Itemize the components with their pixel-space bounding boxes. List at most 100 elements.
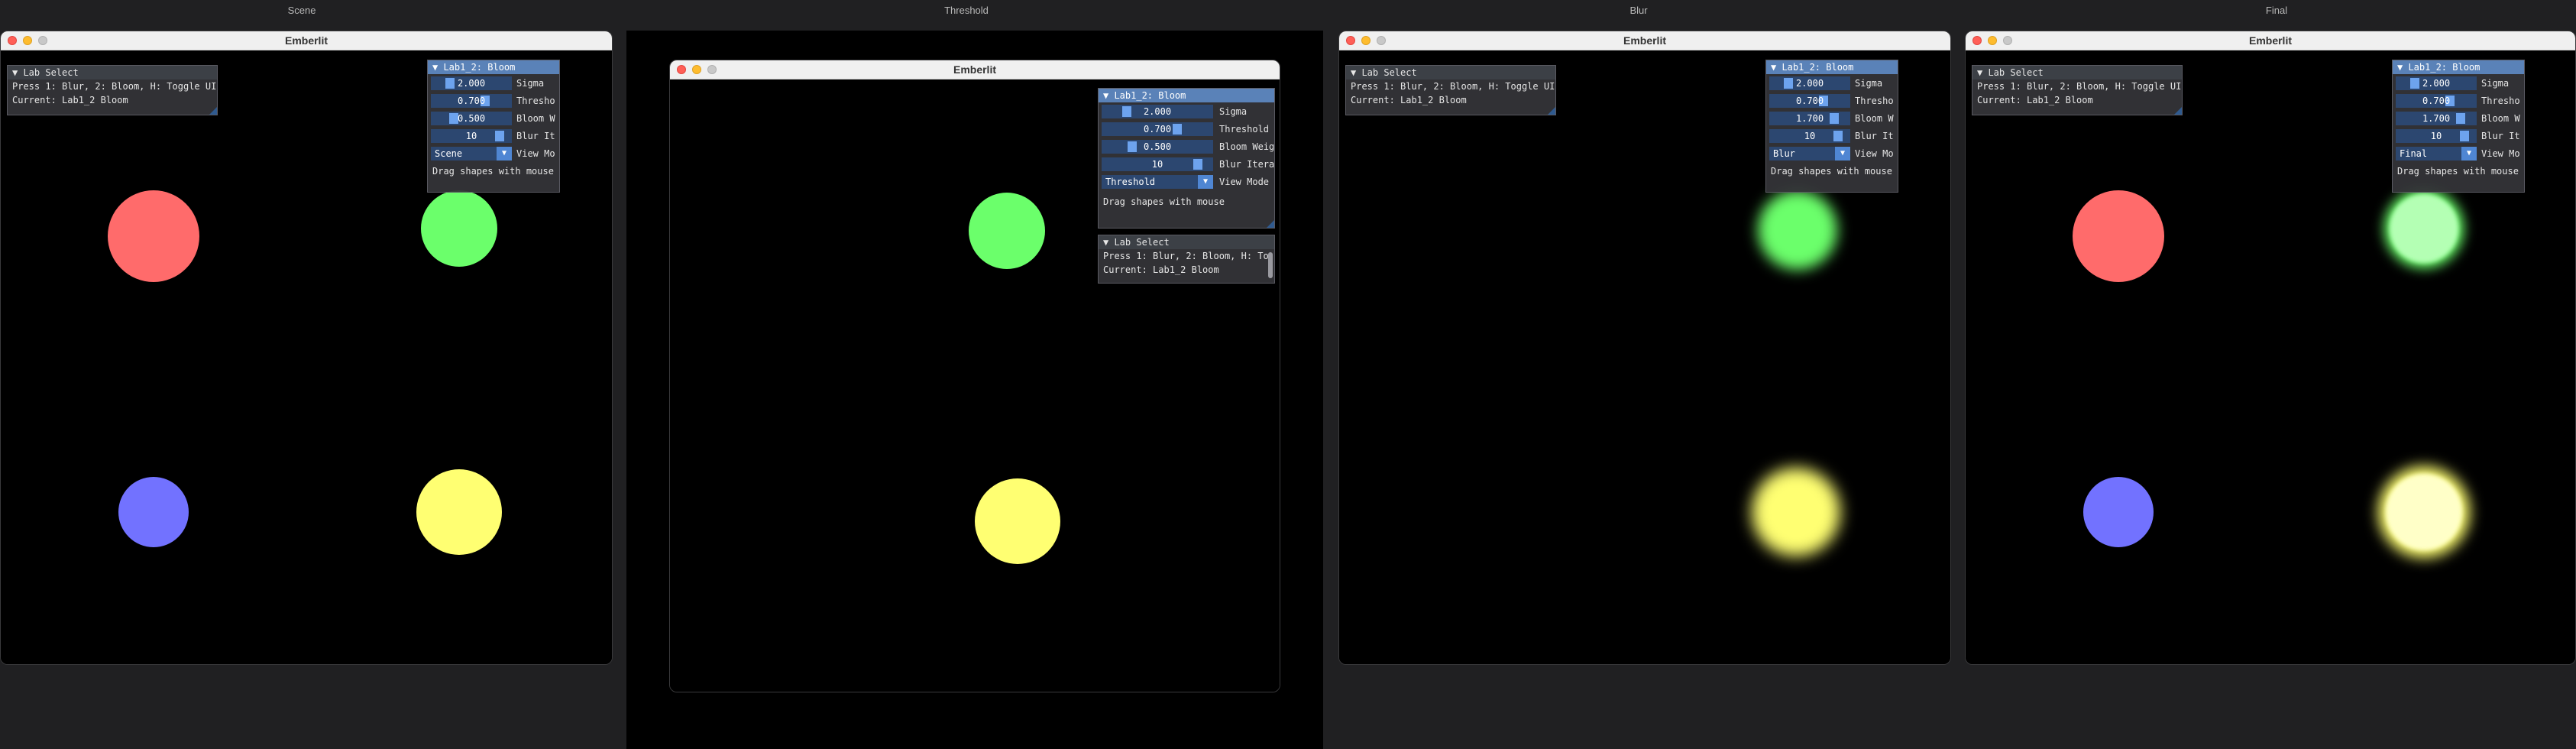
blur-iterations-slider[interactable]: 10 [431,129,512,143]
bloom-weight-slider[interactable]: 1.700 [1769,112,1850,125]
yellow-circle[interactable] [975,478,1060,564]
bloom-weight-slider[interactable]: 0.500 [431,112,512,125]
window-title: Emberlit [2248,34,2292,47]
blur-iterations-slider[interactable]: 10 [1102,157,1213,171]
threshold-slider[interactable]: 0.700 [2396,94,2477,108]
view-mode-label: View Mo [2481,148,2520,159]
sigma-row: 2.000 Sigma [1099,105,1274,120]
titlebar[interactable]: Emberlit [670,60,1280,79]
bloom-weight-slider[interactable]: 0.500 [1102,140,1213,154]
green-circle[interactable] [969,193,1045,269]
threshold-row: 0.700 Threshold [1099,122,1274,138]
threshold-slider[interactable]: 0.700 [1102,122,1213,136]
combo-arrow-icon[interactable]: ▼ [497,147,512,160]
view-mode-value: Threshold [1105,177,1156,187]
scrollbar[interactable] [1268,252,1273,278]
bloom-panel-header[interactable]: ▼ Lab1_2: Bloom [428,60,559,74]
lab-select-panel[interactable]: ▼ Lab Select Press 1: Blur, 2: Bloom, H:… [1098,235,1275,284]
yellow-glow[interactable] [1752,468,1840,556]
window-threshold[interactable]: Emberlit ▼ Lab1_2: Bloom 2.000 Sigma 0.7… [669,60,1280,692]
titlebar[interactable]: Emberlit [1,31,612,50]
render-viewport[interactable]: ▼ Lab Select Press 1: Blur, 2: Bloom, H:… [1966,50,2575,664]
bloom-panel-header[interactable]: ▼ Lab1_2: Bloom [1099,89,1274,102]
sigma-slider[interactable]: 2.000 [1769,76,1850,90]
bloom-weight-row: 1.700 Bloom W [2393,112,2524,127]
yellow-circle[interactable] [416,469,502,555]
threshold-row: 0.700 Thresho [2393,94,2524,109]
threshold-label: Threshold [1219,124,1270,135]
blur-iterations-slider[interactable]: 10 [2396,129,2477,143]
threshold-label: Thresho [1855,96,1894,106]
green-core[interactable] [2390,194,2458,263]
view-mode-row: Threshold ▼ View Mode [1099,175,1274,190]
bloom-panel-header[interactable]: ▼ Lab1_2: Bloom [1766,60,1898,74]
render-viewport[interactable]: ▼ Lab Select Press 1: Blur, 2: Bloom, H:… [1339,50,1950,664]
blur-iterations-row: 10 Blur It [1766,129,1898,144]
blur-iterations-slider[interactable]: 10 [1769,129,1850,143]
caption-final: Final [2265,5,2288,16]
sigma-value: 2.000 [2422,78,2451,89]
view-mode-row: Blur ▼ View Mo [1766,147,1898,162]
threshold-value: 0.700 [2422,96,2451,106]
bloom-panel-header[interactable]: ▼ Lab1_2: Bloom [2393,60,2524,74]
blur-iterations-label: Blur Itera [1219,159,1275,170]
lab-select-instructions: Press 1: Blur, 2: Bloom, H: Toggle UI [1351,81,1555,92]
window-scene[interactable]: Emberlit ▼ Lab Select Press 1: Blur, 2: … [0,31,613,665]
bloom-weight-value: 0.500 [1143,141,1172,152]
yellow-core[interactable] [2386,474,2462,550]
lab-select-panel[interactable]: ▼ Lab Select Press 1: Blur, 2: Bloom, H:… [1345,65,1556,115]
threshold-label: Thresho [2481,96,2520,106]
bloom-panel[interactable]: ▼ Lab1_2: Bloom 2.000 Sigma 0.700 Thresh… [1765,60,1898,193]
view-mode-value: Scene [435,148,463,159]
sigma-slider[interactable]: 2.000 [1102,105,1213,118]
lab-select-instructions: Press 1: Blur, 2: Bloom, H: To [1103,251,1269,261]
view-mode-combo[interactable]: Scene ▼ [431,147,512,160]
view-mode-combo[interactable]: Blur ▼ [1769,147,1850,160]
resize-grip[interactable] [1267,220,1274,228]
lab-select-header[interactable]: ▼ Lab Select [1972,66,2182,79]
bloom-panel-title: Lab1_2: Bloom [443,62,516,73]
lab-select-panel[interactable]: ▼ Lab Select Press 1: Blur, 2: Bloom, H:… [7,65,218,115]
sigma-slider[interactable]: 2.000 [431,76,512,90]
resize-grip[interactable] [1548,107,1555,115]
combo-arrow-icon[interactable]: ▼ [2461,147,2477,160]
lab-select-current: Current: Lab1_2 Bloom [1977,95,2093,105]
render-viewport[interactable]: ▼ Lab1_2: Bloom 2.000 Sigma 0.700 Thresh… [670,79,1280,692]
resize-grip[interactable] [2174,107,2182,115]
window-final[interactable]: Emberlit ▼ Lab Select Press 1: Blur, 2: … [1965,31,2576,665]
sigma-label: Sigma [1855,78,1883,89]
lab-select-panel[interactable]: ▼ Lab Select Press 1: Blur, 2: Bloom, H:… [1972,65,2183,115]
combo-arrow-icon[interactable]: ▼ [1198,175,1213,189]
bloom-weight-slider[interactable]: 1.700 [2396,112,2477,125]
threshold-slider[interactable]: 0.700 [1769,94,1850,108]
blur-iterations-value: 10 [1151,159,1163,170]
blue-circle[interactable] [118,477,189,547]
bloom-weight-label: Bloom W [1855,113,1894,124]
threshold-slider[interactable]: 0.700 [431,94,512,108]
blue-circle[interactable] [2083,477,2154,547]
lab-select-header[interactable]: ▼ Lab Select [1346,66,1555,79]
lab-select-header[interactable]: ▼ Lab Select [8,66,217,79]
bloom-panel[interactable]: ▼ Lab1_2: Bloom 2.000 Sigma 0.700 Thresh… [427,60,560,193]
view-mode-combo[interactable]: Final ▼ [2396,147,2477,160]
lab-select-header[interactable]: ▼ Lab Select [1099,235,1274,249]
threshold-row: 0.700 Thresho [1766,94,1898,109]
window-blur[interactable]: Emberlit ▼ Lab Select Press 1: Blur, 2: … [1338,31,1951,665]
sigma-slider[interactable]: 2.000 [2396,76,2477,90]
lab-select-title: Lab Select [1114,237,1170,248]
bloom-panel[interactable]: ▼ Lab1_2: Bloom 2.000 Sigma 0.700 Thresh… [1098,88,1275,229]
green-circle[interactable] [421,190,497,267]
resize-grip[interactable] [209,107,217,115]
red-circle[interactable] [108,190,199,282]
titlebar[interactable]: Emberlit [1339,31,1950,50]
view-mode-label: View Mo [1855,148,1894,159]
view-mode-combo[interactable]: Threshold ▼ [1102,175,1213,189]
threshold-value: 0.700 [457,96,486,106]
bloom-panel[interactable]: ▼ Lab1_2: Bloom 2.000 Sigma 0.700 Thresh… [2392,60,2525,193]
green-glow[interactable] [1758,190,1837,270]
render-viewport[interactable]: ▼ Lab Select Press 1: Blur, 2: Bloom, H:… [1,50,612,664]
titlebar[interactable]: Emberlit [1966,31,2575,50]
blur-iterations-value: 10 [2430,131,2442,141]
red-circle[interactable] [2073,190,2164,282]
combo-arrow-icon[interactable]: ▼ [1835,147,1850,160]
